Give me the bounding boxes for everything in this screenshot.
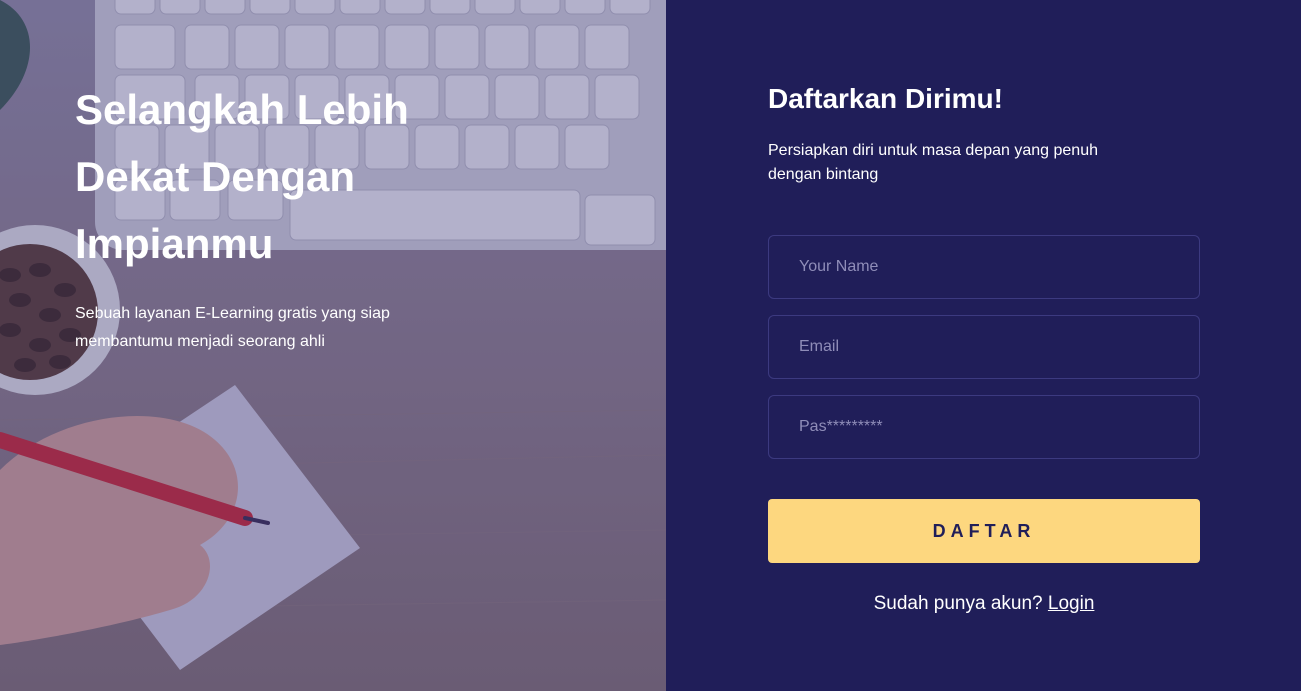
form-subtitle-line: dengan bintang xyxy=(768,166,879,183)
hero-subtitle-line: Sebuah layanan E-Learning gratis yang si… xyxy=(75,305,390,322)
hero-subtitle-line: membantumu menjadi seorang ahli xyxy=(75,333,325,350)
register-panel: Daftarkan Dirimu! Persiapkan diri untuk … xyxy=(666,0,1301,691)
hero-title: Selangkah Lebih Dekat Dengan Impianmu xyxy=(75,76,495,277)
form-subtitle: Persiapkan diri untuk masa depan yang pe… xyxy=(768,139,1168,187)
email-input[interactable] xyxy=(768,315,1200,379)
hero-section: Selangkah Lebih Dekat Dengan Impianmu Se… xyxy=(0,0,666,691)
hero-subtitle: Sebuah layanan E-Learning gratis yang si… xyxy=(75,300,465,356)
login-prompt-text: Sudah punya akun? xyxy=(873,593,1043,614)
login-link[interactable]: Login xyxy=(1048,593,1095,614)
hero-title-line: Impianmu xyxy=(75,220,274,267)
hero-title-line: Dekat Dengan xyxy=(75,153,356,200)
form-title: Daftarkan Dirimu! xyxy=(768,83,1003,114)
form-subtitle-line: Persiapkan diri untuk masa depan yang pe… xyxy=(768,142,1098,159)
name-input[interactable] xyxy=(768,235,1200,299)
register-button[interactable]: DAFTAR xyxy=(768,499,1200,563)
hero-title-line: Selangkah Lebih xyxy=(75,86,409,133)
login-prompt: Sudah punya akun? Login xyxy=(768,590,1200,618)
password-input[interactable] xyxy=(768,395,1200,459)
